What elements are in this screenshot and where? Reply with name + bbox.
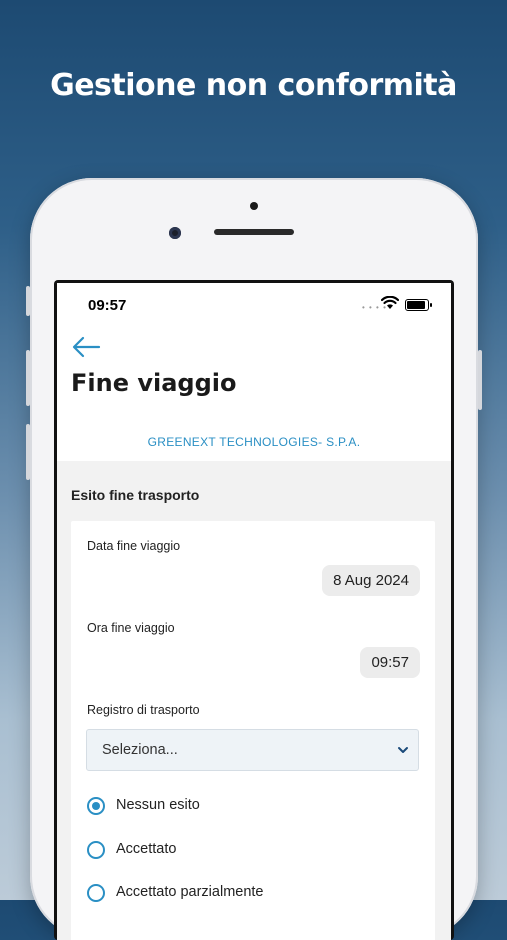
radio-selected-icon [87, 797, 105, 815]
content-area: Esito fine trasporto Data fine viaggio 8… [57, 461, 451, 940]
transport-register-select[interactable]: Seleziona... [86, 729, 419, 771]
phone-power-button [478, 350, 482, 410]
promo-headline: Gestione non conformità [50, 68, 457, 103]
chevron-down-icon [398, 747, 408, 753]
screen-bezel: 09:57 • • • • Fine viaggio GREENEXT TECH… [54, 280, 454, 940]
front-camera [169, 227, 181, 239]
phone-mute-switch [26, 286, 30, 316]
company-name: GREENEXT TECHNOLOGIES- S.P.A. [147, 435, 361, 449]
end-date-label: Data fine viaggio [87, 539, 181, 553]
phone-volume-down [26, 424, 30, 480]
radio-unselected-icon [87, 841, 105, 859]
transport-register-label: Registro di trasporto [87, 703, 200, 717]
end-time-picker[interactable]: 09:57 [360, 647, 420, 678]
earpiece-speaker [214, 229, 294, 235]
status-bar: 09:57 • • • • [57, 283, 451, 327]
radio-label: Accettato [116, 841, 177, 857]
phone-mockup: 09:57 • • • • Fine viaggio GREENEXT TECH… [26, 178, 482, 940]
back-arrow-icon[interactable] [71, 335, 101, 359]
end-time-label: Ora fine viaggio [87, 621, 175, 635]
select-value: Seleziona... [102, 742, 178, 758]
phone-volume-up [26, 350, 30, 406]
radio-label: Nessun esito [116, 797, 200, 813]
wifi-icon [381, 296, 399, 309]
battery-icon [405, 299, 432, 311]
end-date-picker[interactable]: 8 Aug 2024 [322, 565, 420, 596]
app-screen: 09:57 • • • • Fine viaggio GREENEXT TECH… [57, 283, 451, 940]
radio-unselected-icon [87, 884, 105, 902]
radio-label: Accettato parzialmente [116, 884, 264, 900]
section-title: Esito fine trasporto [71, 487, 200, 503]
form-card: Data fine viaggio 8 Aug 2024 Ora fine vi… [71, 521, 435, 940]
status-time: 09:57 [88, 297, 127, 314]
page-title: Fine viaggio [71, 369, 237, 397]
proximity-sensor [250, 202, 258, 210]
